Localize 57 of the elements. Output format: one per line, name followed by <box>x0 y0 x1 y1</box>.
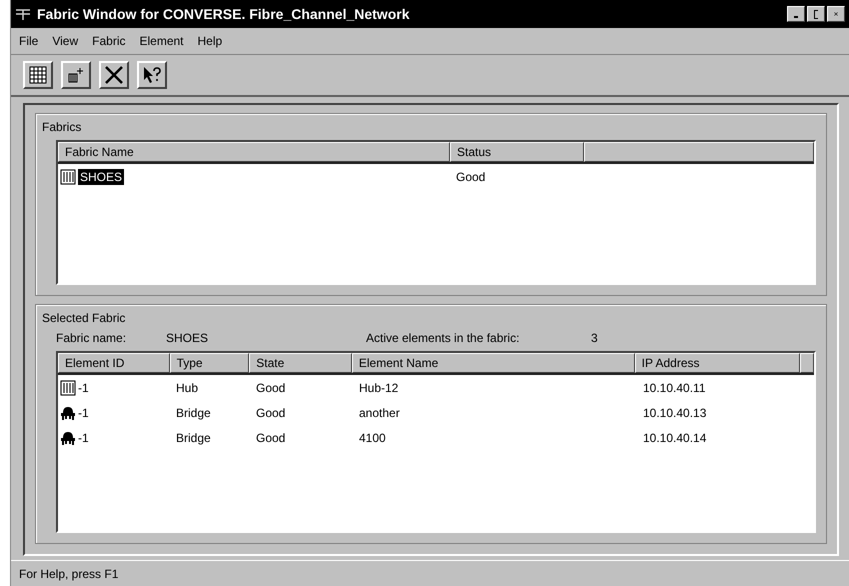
bridge-icon <box>60 404 76 420</box>
group-title: Fabrics <box>42 120 82 134</box>
menu-item[interactable]: Element <box>139 34 184 48</box>
menu-item[interactable]: Fabric <box>92 34 126 48</box>
table-cell: another <box>359 406 400 420</box>
table-cell: Bridge <box>176 430 211 444</box>
table-cell: -1 <box>78 430 89 444</box>
maximize-button[interactable] <box>807 6 825 22</box>
column-header[interactable]: State <box>249 353 352 373</box>
table-cell: -1 <box>78 380 89 394</box>
minimize-button[interactable] <box>787 6 805 22</box>
close-icon <box>834 10 838 18</box>
hub-icon <box>60 168 76 184</box>
column-header[interactable] <box>584 142 814 162</box>
field-value: 3 <box>591 331 598 345</box>
table-cell: Hub <box>176 380 198 394</box>
menu-item[interactable]: View <box>52 34 78 48</box>
column-header[interactable]: Fabric Name <box>58 142 450 162</box>
table-cell: 10.10.40.13 <box>643 406 706 420</box>
column-header[interactable]: IP Address <box>634 353 800 373</box>
column-header[interactable]: Type <box>170 353 250 373</box>
field-label: Active elements in the fabric: <box>366 331 520 345</box>
table-cell: 10.10.40.11 <box>643 380 706 394</box>
table-cell: Good <box>256 380 286 394</box>
window-title: Fabric Window for CONVERSE. Fibre_Channel_Network <box>37 6 410 22</box>
toolbar-button[interactable] <box>137 61 167 89</box>
column-header[interactable]: Element Name <box>352 353 635 373</box>
bridge-icon <box>60 430 76 446</box>
status-text: For Help, press F1 <box>19 567 118 581</box>
toolbar-button[interactable] <box>23 61 53 89</box>
table-cell: Good <box>256 430 286 444</box>
group-title: Selected Fabric <box>42 311 126 325</box>
hub-icon <box>60 380 76 396</box>
table-cell: Good <box>256 406 286 420</box>
table-cell: Hub-12 <box>359 380 398 394</box>
table-cell: Bridge <box>176 406 211 420</box>
help-pointer-icon <box>142 65 162 85</box>
maximize-icon <box>814 10 818 18</box>
field-label: Fabric name: <box>56 331 128 345</box>
toolbar-button[interactable] <box>61 61 91 89</box>
table-cell: 10.10.40.14 <box>643 430 706 444</box>
menu-item[interactable]: Help <box>198 34 222 48</box>
table-cell: 4100 <box>359 430 386 444</box>
close-button[interactable] <box>827 6 845 22</box>
fabric-name[interactable]: SHOES <box>78 168 124 184</box>
table-cell: -1 <box>78 406 89 420</box>
add-element-icon <box>67 66 85 84</box>
menu-item[interactable]: File <box>19 34 38 48</box>
field-value: SHOES <box>166 331 210 345</box>
toolbar-button[interactable] <box>99 61 129 89</box>
column-header[interactable]: Element ID <box>58 353 170 373</box>
table-cell: Good <box>456 170 486 184</box>
grid-icon <box>29 66 47 84</box>
delete-icon <box>104 65 124 85</box>
app-icon <box>15 7 31 21</box>
column-header[interactable] <box>800 353 814 373</box>
column-header[interactable]: Status <box>450 142 584 162</box>
